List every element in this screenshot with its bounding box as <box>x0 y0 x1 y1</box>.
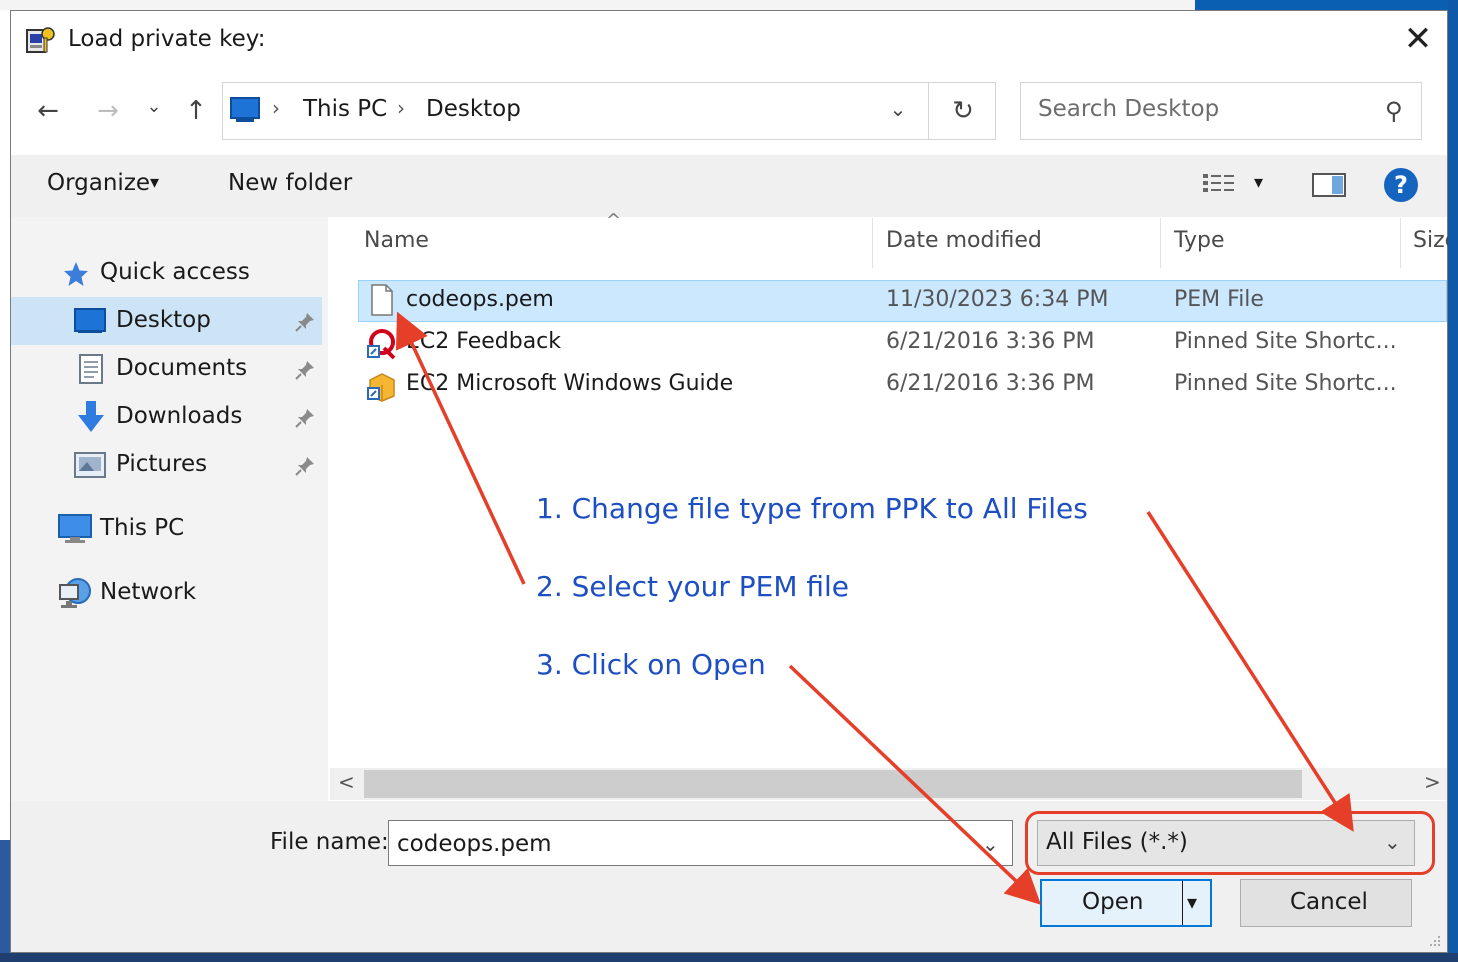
up-arrow-icon[interactable]: ↑ <box>180 96 212 128</box>
column-divider[interactable] <box>1160 218 1161 268</box>
pin-icon <box>294 359 316 385</box>
annotation-highlight-box <box>1025 811 1435 875</box>
breadcrumb-this-pc[interactable]: This PC <box>303 96 387 122</box>
search-icon[interactable]: ⚲ <box>1378 96 1410 128</box>
file-date-cell: 11/30/2023 6:34 PM <box>886 287 1109 312</box>
desktop-background-corner <box>1195 0 1458 10</box>
open-button-split <box>1182 881 1183 925</box>
file-name-cell[interactable]: EC2 Microsoft Windows Guide <box>406 371 733 396</box>
computer-icon <box>58 514 92 544</box>
feedback-shortcut-icon <box>366 328 398 360</box>
file-name-label: File name: <box>270 829 389 855</box>
column-header-type[interactable]: Type <box>1174 228 1225 253</box>
sidebar-item-documents[interactable]: Documents <box>116 355 247 381</box>
new-folder-button[interactable]: New folder <box>228 170 352 196</box>
sidebar-item-desktop[interactable]: Desktop <box>116 307 211 333</box>
open-button-label: Open <box>1082 889 1144 915</box>
resize-grip-icon[interactable] <box>1426 932 1442 948</box>
column-divider[interactable] <box>1400 218 1401 268</box>
desktop-background-right <box>1448 0 1458 962</box>
documents-icon <box>78 354 104 384</box>
view-options-caret-icon[interactable]: ▾ <box>1254 172 1263 193</box>
scroll-left-icon[interactable]: < <box>338 770 355 794</box>
address-divider <box>928 82 929 140</box>
file-type-cell: PEM File <box>1174 287 1264 312</box>
pictures-icon <box>74 452 106 478</box>
file-name-cell[interactable]: EC2 Feedback <box>406 329 561 354</box>
file-icon <box>370 284 394 316</box>
search-placeholder: Search Desktop <box>1038 96 1220 122</box>
scroll-right-icon[interactable]: > <box>1424 770 1441 794</box>
sidebar-item-quick-access[interactable]: Quick access <box>100 259 250 285</box>
this-pc-icon-base <box>236 119 254 122</box>
desktop-icon <box>74 308 106 334</box>
organize-caret-icon[interactable]: ▾ <box>150 172 159 193</box>
breadcrumb-separator-icon: › <box>272 96 280 120</box>
putty-key-icon <box>24 24 58 58</box>
breadcrumb-separator-icon: › <box>397 96 405 120</box>
file-name-dropdown-icon[interactable]: ⌄ <box>982 832 999 856</box>
sort-ascending-icon: ^ <box>606 210 622 231</box>
forward-arrow-icon[interactable]: → <box>92 96 124 128</box>
pin-icon <box>294 311 316 337</box>
close-icon[interactable]: ✕ <box>1400 22 1436 58</box>
annotation-step-3: 3. Click on Open <box>536 648 766 681</box>
scrollbar-thumb[interactable] <box>364 770 1302 798</box>
breadcrumb-desktop[interactable]: Desktop <box>426 96 521 122</box>
organize-button[interactable]: Organize <box>47 170 150 196</box>
this-pc-icon <box>230 97 260 119</box>
file-date-cell: 6/21/2016 3:36 PM <box>886 371 1095 396</box>
network-icon <box>58 577 92 609</box>
desktop-background-left <box>0 840 10 962</box>
star-icon <box>62 260 90 288</box>
sidebar-item-network[interactable]: Network <box>100 579 196 605</box>
guide-shortcut-icon <box>366 370 398 402</box>
annotation-step-2: 2. Select your PEM file <box>536 570 850 603</box>
help-icon[interactable]: ? <box>1384 168 1418 202</box>
address-dropdown-chevron-icon[interactable]: ⌄ <box>884 94 912 124</box>
column-divider[interactable] <box>872 218 873 268</box>
change-view-icon[interactable] <box>1202 172 1236 198</box>
downloads-icon <box>76 400 106 434</box>
file-type-cell: Pinned Site Shortc... <box>1174 329 1397 354</box>
back-arrow-icon[interactable]: ← <box>32 96 64 128</box>
pin-icon <box>294 407 316 433</box>
file-type-cell: Pinned Site Shortc... <box>1174 371 1397 396</box>
sidebar-item-pictures[interactable]: Pictures <box>116 451 207 477</box>
preview-pane-icon[interactable] <box>1312 172 1346 198</box>
recent-locations-chevron-icon[interactable]: ⌄ <box>142 92 166 122</box>
file-name-cell[interactable]: codeops.pem <box>406 287 554 312</box>
annotation-step-1: 1. Change file type from PPK to All File… <box>536 492 1088 525</box>
column-header-size[interactable]: Size <box>1413 228 1448 253</box>
desktop-background-bottom <box>0 953 1458 962</box>
sidebar-item-this-pc[interactable]: This PC <box>100 515 184 541</box>
column-header-date-modified[interactable]: Date modified <box>886 228 1042 253</box>
sidebar-item-downloads[interactable]: Downloads <box>116 403 242 429</box>
file-name-value: codeops.pem <box>397 831 552 857</box>
refresh-icon[interactable]: ↻ <box>946 96 980 128</box>
pin-icon <box>294 455 316 481</box>
open-dropdown-caret-icon[interactable]: ▾ <box>1187 890 1197 914</box>
cancel-button-label: Cancel <box>1290 889 1368 915</box>
dialog-title: Load private key: <box>68 26 266 52</box>
file-date-cell: 6/21/2016 3:36 PM <box>886 329 1095 354</box>
column-header-name[interactable]: Name <box>364 228 429 253</box>
